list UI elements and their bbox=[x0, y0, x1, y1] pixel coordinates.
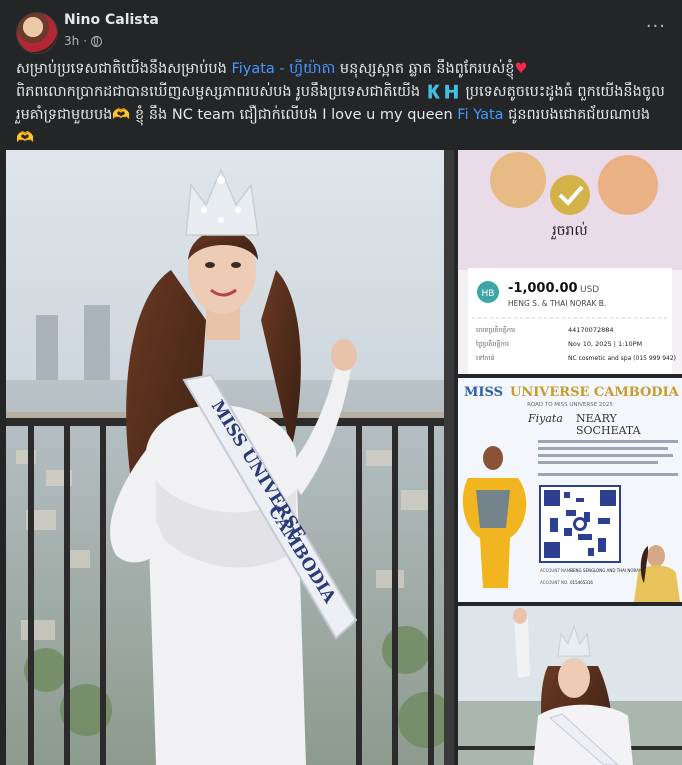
author-avatar[interactable] bbox=[16, 12, 58, 54]
globe-icon[interactable] bbox=[91, 35, 103, 47]
receipt-illustration: រួចរាល់ HB -1,000.00 USD HENG S. & THAI … bbox=[458, 150, 682, 374]
author-name[interactable]: Nino Calista bbox=[64, 12, 159, 28]
facebook-post: Nino Calista 3h · ··· សម្រាប់ប្រទេសជាតិយ… bbox=[0, 0, 682, 765]
mention-link[interactable]: Fiyata - ហ្វីយ៉ាតា bbox=[231, 61, 335, 77]
poster-tile[interactable]: MISS UNIVERSE CAMBODIA ROAD TO MISS UNIV… bbox=[458, 378, 682, 602]
post-header: Nino Calista 3h · ··· bbox=[12, 10, 672, 54]
post-meta: 3h · bbox=[64, 34, 103, 48]
portrait-tile[interactable] bbox=[458, 606, 682, 765]
poster-name-line2: SOCHEATA bbox=[576, 424, 642, 437]
post-text-part: មនុស្សស្អាត ឆ្លាត នឹងពូកែរបស់ខ្ញុំ bbox=[335, 61, 515, 77]
receipt-row1-value: 44170072884 bbox=[568, 326, 614, 334]
receipt-row2-label: ថ្ងៃប្រតិបត្តិការ bbox=[475, 339, 509, 348]
meta-separator: · bbox=[83, 34, 88, 48]
heart-icon: ♥ bbox=[514, 61, 528, 77]
post-time[interactable]: 3h bbox=[64, 34, 79, 48]
poster-account-number: 015465316 bbox=[570, 580, 593, 585]
receipt-row3-value: NC cosmetic and spa (015 999 942) bbox=[568, 355, 676, 362]
post-text-part: សម្រាប់ប្រទេសជាតិយើងនឹងសម្រាប់បង bbox=[16, 61, 232, 77]
main-photo[interactable]: MISS UNIVERSE CAMBODIA bbox=[6, 150, 454, 765]
receipt-status: រួចរាល់ bbox=[551, 221, 588, 240]
receipt-currency: USD bbox=[580, 285, 599, 295]
post-text: សម្រាប់ប្រទេសជាតិយើងនឹងសម្រាប់បង Fiyata … bbox=[16, 58, 668, 150]
receipt-row2-value: Nov 10, 2025 | 1:10PM bbox=[568, 340, 642, 348]
more-options-button[interactable]: ··· bbox=[646, 16, 666, 37]
portrait-illustration: MISS UNIVERSE CAMBODIA bbox=[6, 150, 454, 765]
receipt-initials: HB bbox=[482, 289, 495, 299]
poster-title-left: MISS bbox=[464, 385, 503, 400]
portrait-small-illustration bbox=[458, 606, 682, 765]
poster-illustration: MISS UNIVERSE CAMBODIA ROAD TO MISS UNIV… bbox=[458, 378, 682, 602]
receipt-row1-label: លេខប្រតិបត្តិការ bbox=[476, 325, 515, 334]
poster-script-name: Fiyata bbox=[527, 412, 563, 425]
poster-account-number-label: ACCOUNT NO. bbox=[540, 580, 568, 585]
poster-title-right: UNIVERSE CAMBODIA bbox=[510, 385, 680, 400]
photo-grid: MISS UNIVERSE CAMBODIA រួចរាល់ HB -1,000… bbox=[0, 150, 682, 765]
poster-subtitle: ROAD TO MISS UNIVERSE 2025 bbox=[527, 402, 613, 408]
receipt-name: HENG S. & THAI NORAK B. bbox=[508, 299, 606, 308]
receipt-row3-label: ទៅកាន់ bbox=[476, 353, 495, 362]
poster-account-name-label: ACCOUNT NAME bbox=[540, 568, 573, 573]
mention-link[interactable]: Fi Yata bbox=[457, 107, 503, 123]
receipt-tile[interactable]: រួចរាល់ HB -1,000.00 USD HENG S. & THAI … bbox=[458, 150, 682, 374]
receipt-amount: -1,000.00 bbox=[508, 281, 578, 296]
